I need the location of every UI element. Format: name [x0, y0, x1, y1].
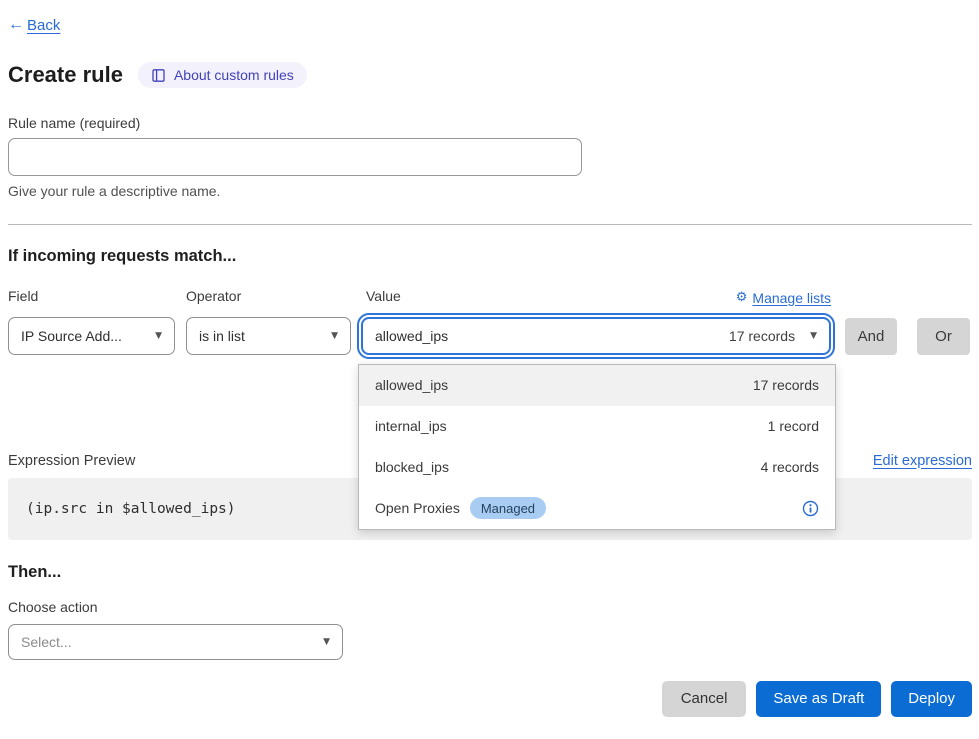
operator-label: Operator [186, 288, 351, 306]
back-link[interactable]: ←Back [8, 17, 60, 34]
create-rule-page: ←Back Create rule About custom rules Rul… [0, 0, 979, 717]
back-arrow-icon: ← [8, 17, 24, 33]
list-item-count: 17 records [753, 377, 819, 393]
back-link-label: Back [27, 17, 60, 34]
list-item-count: 1 record [768, 418, 819, 434]
page-title: Create rule [8, 62, 123, 88]
book-icon [151, 68, 166, 83]
or-button[interactable]: Or [917, 318, 970, 355]
condition-labels-row: Field Operator Value ⚙ Manage lists [8, 288, 972, 306]
rule-name-input[interactable] [8, 138, 582, 176]
condition-builder: Field Operator Value ⚙ Manage lists IP S… [8, 288, 972, 355]
value-label: Value [361, 288, 401, 304]
value-records-count: 17 records [729, 328, 795, 344]
about-custom-rules-link[interactable]: About custom rules [138, 62, 307, 88]
footer-actions: Cancel Save as Draft Deploy [8, 681, 972, 717]
list-item-name: blocked_ips [375, 459, 449, 475]
list-item-allowed-ips[interactable]: allowed_ips 17 records [359, 365, 835, 406]
about-badge-label: About custom rules [174, 67, 294, 83]
section-divider [8, 224, 972, 225]
value-select-value: allowed_ips [375, 328, 448, 344]
list-item-open-proxies[interactable]: Open Proxies Managed [359, 488, 835, 529]
rule-name-label: Rule name (required) [8, 115, 972, 131]
managed-badge: Managed [470, 497, 546, 519]
list-item-blocked-ips[interactable]: blocked_ips 4 records [359, 447, 835, 488]
and-button[interactable]: And [845, 318, 897, 355]
chevron-down-icon: ▼ [331, 331, 338, 341]
chevron-down-icon: ▼ [323, 637, 330, 647]
operator-select[interactable]: is in list ▼ [186, 317, 351, 355]
expression-preview-label: Expression Preview [8, 453, 135, 469]
list-item-name: allowed_ips [375, 377, 448, 393]
field-select-value: IP Source Add... [21, 328, 122, 344]
list-item-internal-ips[interactable]: internal_ips 1 record [359, 406, 835, 447]
then-section-heading: Then... [8, 563, 972, 582]
save-as-draft-button[interactable]: Save as Draft [756, 681, 881, 717]
operator-select-value: is in list [199, 328, 245, 344]
value-select[interactable]: allowed_ips 17 records ▼ [361, 317, 831, 355]
chevron-down-icon: ▼ [810, 331, 817, 341]
manage-lists-link[interactable]: ⚙ Manage lists [736, 290, 831, 306]
deploy-button[interactable]: Deploy [891, 681, 972, 717]
gear-icon: ⚙ [736, 291, 748, 304]
cancel-button[interactable]: Cancel [662, 681, 747, 717]
action-select[interactable]: Select... ▼ [8, 624, 343, 660]
value-column: allowed_ips 17 records ▼ allowed_ips 17 … [361, 317, 831, 355]
expression-code: (ip.src in $allowed_ips) [26, 501, 236, 517]
title-row: Create rule About custom rules [8, 62, 972, 88]
field-select[interactable]: IP Source Add... ▼ [8, 317, 175, 355]
chevron-down-icon: ▼ [155, 331, 162, 341]
list-item-count: 4 records [761, 459, 819, 475]
lists-dropdown-panel: allowed_ips 17 records internal_ips 1 re… [358, 364, 836, 530]
manage-lists-label: Manage lists [752, 290, 831, 306]
info-icon[interactable] [802, 500, 819, 517]
list-item-name: Open Proxies [375, 500, 460, 516]
back-row: ←Back [8, 0, 972, 34]
list-item-name: internal_ips [375, 418, 447, 434]
rule-name-helper: Give your rule a descriptive name. [8, 183, 972, 199]
choose-action-label: Choose action [8, 599, 972, 615]
field-label: Field [8, 288, 175, 306]
match-section-heading: If incoming requests match... [8, 247, 972, 266]
edit-expression-link[interactable]: Edit expression [873, 453, 972, 469]
condition-controls-row: IP Source Add... ▼ is in list ▼ allowed_… [8, 317, 972, 355]
action-select-placeholder: Select... [21, 634, 72, 650]
